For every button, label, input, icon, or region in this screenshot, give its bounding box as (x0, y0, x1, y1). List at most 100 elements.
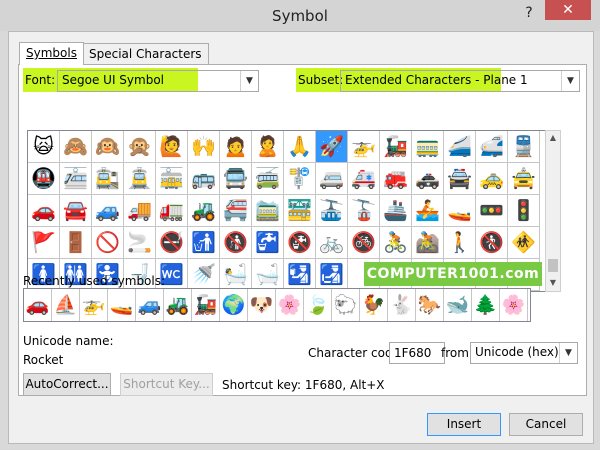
symbol-cell[interactable]: 🚮 (188, 227, 220, 259)
symbol-cell[interactable]: 🚙 (92, 195, 124, 227)
scroll-thumb[interactable] (548, 259, 558, 272)
symbol-cell[interactable]: 🚀 (316, 131, 348, 163)
symbol-cell[interactable]: 🚛 (156, 195, 188, 227)
symbol-cell[interactable]: 🚫 (92, 227, 124, 259)
symbol-cell[interactable]: 🚎 (252, 163, 284, 195)
close-button[interactable]: ✕ (545, 0, 591, 20)
symbol-cell[interactable]: 🚣 (412, 195, 444, 227)
symbol-cell[interactable]: 🚩 (28, 227, 60, 259)
symbol-cell[interactable]: 🚠 (316, 195, 348, 227)
chevron-down-icon[interactable]: ▼ (561, 71, 579, 91)
recent-symbol[interactable]: 🐶 (248, 289, 276, 321)
scroll-up-icon[interactable]: ▲ (546, 131, 560, 145)
recent-symbol[interactable]: 🐎 (416, 289, 444, 321)
symbol-cell[interactable]: 🚤 (444, 195, 476, 227)
recent-symbols-bar[interactable]: 🚗 ⛵ 🚁 🚤 🚙 🚜 🚂 🌍 🐶 🌸 🍃 🐑 🐓 🐇 🐎 🐋 🌲 🌸 (23, 288, 531, 322)
symbol-cell[interactable]: 🚁 (348, 131, 380, 163)
symbol-cell[interactable]: 🚬 (124, 227, 156, 259)
from-combo[interactable]: Unicode (hex) ▼ (470, 342, 578, 364)
symbol-cell[interactable]: 🚏 (284, 163, 316, 195)
symbol-cell[interactable]: 🙋 (156, 131, 188, 163)
symbol-cell[interactable]: 🚘 (60, 195, 92, 227)
symbol-cell[interactable]: 🚖 (508, 163, 540, 195)
symbol-cell[interactable]: 🛀 (220, 259, 252, 291)
symbol-cell[interactable]: 🚃 (412, 131, 444, 163)
symbol-cell[interactable]: 🛁 (252, 259, 284, 291)
chevron-down-icon[interactable]: ▼ (240, 71, 258, 91)
symbol-cell[interactable]: 🚯 (220, 227, 252, 259)
recent-symbol[interactable]: 🌸 (500, 289, 528, 321)
symbol-cell[interactable]: 🙌 (188, 131, 220, 163)
tab-special-characters[interactable]: Special Characters (82, 43, 209, 64)
recent-symbol[interactable]: 🚂 (192, 289, 220, 321)
symbol-cell[interactable]: 🚭 (156, 227, 188, 259)
symbol-cell[interactable]: 🚚 (124, 195, 156, 227)
recent-symbol[interactable]: 🐓 (360, 289, 388, 321)
symbol-cell[interactable]: 🙏 (284, 131, 316, 163)
symbol-cell[interactable]: 🚷 (476, 227, 508, 259)
symbol-cell[interactable]: 🚋 (156, 163, 188, 195)
symbol-cell[interactable]: 🙎 (252, 131, 284, 163)
recent-symbol[interactable]: 🐇 (388, 289, 416, 321)
symbol-cell[interactable]: 🚒 (380, 163, 412, 195)
recent-symbol[interactable]: 🌍 (220, 289, 248, 321)
symbol-cell[interactable]: 🚪 (60, 227, 92, 259)
symbol-cell[interactable]: 🚑 (348, 163, 380, 195)
recent-symbol[interactable]: 🚤 (108, 289, 136, 321)
symbol-cell[interactable]: 🚇 (28, 163, 60, 195)
recent-symbol[interactable]: 🚁 (80, 289, 108, 321)
symbol-cell[interactable]: 🚆 (508, 131, 540, 163)
recent-symbol[interactable]: 🐋 (444, 289, 472, 321)
cancel-button[interactable]: Cancel (509, 413, 583, 436)
grid-scrollbar[interactable]: ▲ ▼ (545, 130, 561, 292)
symbol-cell[interactable]: 🚲 (316, 227, 348, 259)
symbol-cell[interactable]: 🙍 (220, 131, 252, 163)
symbol-cell[interactable]: 🚟 (284, 195, 316, 227)
symbol-cell[interactable]: 🙉 (92, 131, 124, 163)
symbol-cell[interactable]: 🚜 (188, 195, 220, 227)
symbol-cell[interactable]: 🙀 (28, 131, 60, 163)
help-button[interactable]: ? (518, 2, 540, 24)
symbol-cell[interactable]: 🛂 (284, 259, 316, 291)
symbol-cell[interactable]: 🛃 (316, 259, 348, 291)
insert-button[interactable]: Insert (427, 413, 501, 436)
symbol-cell[interactable]: 🚝 (220, 195, 252, 227)
symbol-cell[interactable]: 🚿 (188, 259, 220, 291)
symbol-cell[interactable]: 🚊 (124, 163, 156, 195)
symbol-cell[interactable]: 🚐 (316, 163, 348, 195)
scroll-down-icon[interactable]: ▼ (546, 276, 560, 290)
recent-symbol[interactable]: 🐑 (332, 289, 360, 321)
symbol-cell[interactable]: 🚢 (380, 195, 412, 227)
symbol-cell[interactable]: 🚞 (252, 195, 284, 227)
symbol-cell[interactable]: 🚥 (476, 195, 508, 227)
symbol-cell[interactable]: 🚳 (348, 227, 380, 259)
symbol-cell[interactable]: 🚌 (188, 163, 220, 195)
font-combo[interactable]: Segoe UI Symbol ▼ (57, 70, 259, 92)
symbol-cell[interactable]: 🚂 (380, 131, 412, 163)
symbol-cell[interactable]: 🚔 (444, 163, 476, 195)
symbol-cell[interactable]: 🚍 (220, 163, 252, 195)
recent-symbol[interactable]: 🚙 (136, 289, 164, 321)
symbol-cell[interactable]: 🚵 (412, 227, 444, 259)
symbol-cell[interactable]: 🚗 (28, 195, 60, 227)
tab-symbols[interactable]: Symbols (19, 42, 84, 65)
recent-symbol[interactable]: 🚜 (164, 289, 192, 321)
symbol-cell[interactable]: 🚕 (476, 163, 508, 195)
symbol-cell[interactable]: 🚶 (444, 227, 476, 259)
char-code-input[interactable]: 1F680 (389, 342, 445, 364)
recent-symbol[interactable]: 🍃 (304, 289, 332, 321)
symbol-cell[interactable]: 🚓 (412, 163, 444, 195)
recent-symbol[interactable]: 🌸 (276, 289, 304, 321)
chevron-down-icon[interactable]: ▼ (559, 343, 577, 363)
symbol-cell[interactable]: 🚴 (380, 227, 412, 259)
symbol-cell[interactable]: 🚈 (60, 163, 92, 195)
recent-symbol[interactable]: 🌲 (472, 289, 500, 321)
symbol-cell[interactable]: 🚅 (476, 131, 508, 163)
symbol-cell[interactable]: 🙊 (124, 131, 156, 163)
shortcut-key-button[interactable]: Shortcut Key... (120, 373, 213, 396)
symbol-cell[interactable]: 🙈 (60, 131, 92, 163)
symbol-cell[interactable]: 🚦 (508, 195, 540, 227)
recent-symbol[interactable]: ⛵ (52, 289, 80, 321)
symbol-cell[interactable]: 🚰 (252, 227, 284, 259)
symbol-cell[interactable]: 🚄 (444, 131, 476, 163)
